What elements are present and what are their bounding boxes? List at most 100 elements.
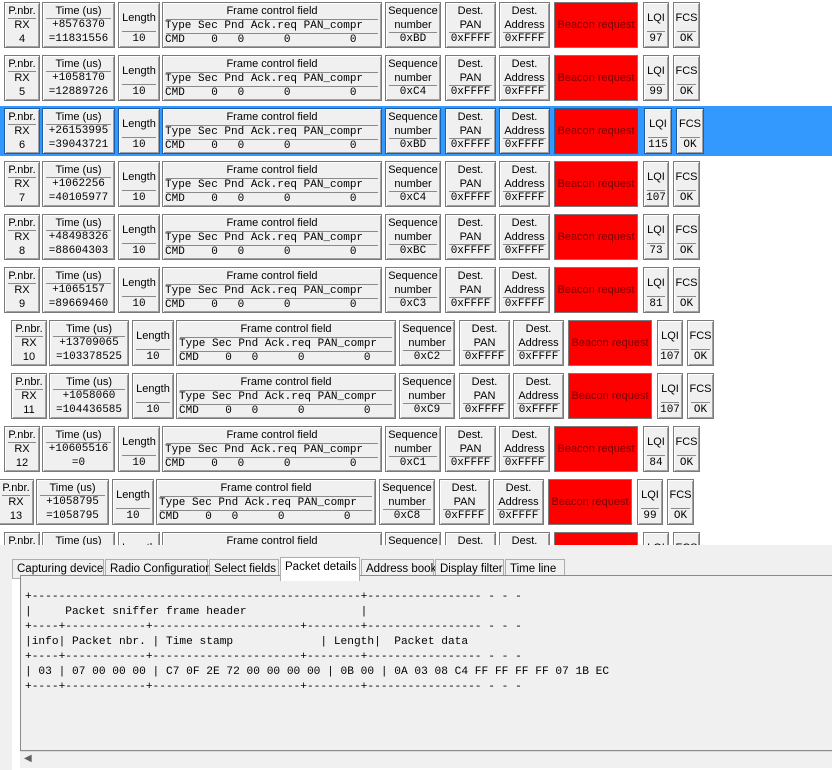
sequence-header-2: number [408,337,446,349]
sequence-value: 0xC3 [399,298,427,310]
time-cell: Time (us) +13709065 =103378525 [49,320,129,366]
cell-divider [647,243,665,244]
time-cell: Time (us) [42,532,115,545]
cell-divider [122,31,156,32]
lqi-header: LQI [647,224,665,236]
frame-control-values: CMD 0 0 0 0 [165,246,357,258]
packet-number-cell: P.nbr. RX 9 [4,267,40,313]
dest-pan-header: Dest. [457,217,484,229]
frame-control-values: CMD 0 0 0 0 [165,193,357,205]
sequence-value: 0xC8 [393,510,421,522]
dest-pan-value: 0xFFFF [450,245,491,257]
horizontal-scrollbar[interactable]: ◀ [20,751,832,768]
length-cell: Length 10 [118,214,160,260]
dest-pan-cell: Dest. PAN 0xFFFF [445,267,496,313]
sequence-header: Sequence [388,270,438,282]
cell-divider [647,190,665,191]
dest-pan-value: 0xFFFF [444,510,485,522]
dest-address-header: Dest. [511,5,538,17]
lqi-header: LQI [647,12,665,24]
cell-divider [136,402,170,403]
packet-number-cell: P.nbr. RX 8 [4,214,40,260]
dest-address-value: 0xFFFF [518,351,559,363]
frame-control-values: CMD 0 0 0 0 [179,405,371,417]
rx-label: RX [8,496,24,508]
packet-row[interactable]: P.nbr. RX 13 Time (us) +1058795 =1058795 Lengt… [0,477,832,527]
sequence-header: Sequence [388,429,438,441]
lqi-cell: LQI 107 [657,320,683,366]
frame-control-columns: Type Sec Pnd Ack.req PAN_compr [165,179,364,191]
dest-address-header: Dest. [511,58,538,70]
dest-address-cell: Dest.Address [499,532,550,545]
length-cell: Length 10 [118,161,160,207]
dest-address-cell: Dest. Address 0xFFFF [499,214,550,260]
dest-address-header-2: Address [504,178,545,190]
pnbr-header: P.nbr. [8,164,36,176]
cell-divider [503,244,546,245]
packet-list[interactable]: P.nbr. RX 4 Time (us) +8576370 =11831556 Lengt… [0,0,832,545]
dest-address-value: 0xFFFF [504,192,545,204]
pnbr-header: P.nbr. [15,376,43,388]
length-cell: Length 10 [112,479,154,525]
cell-divider [46,283,111,284]
time-delta: +1058795 [46,496,99,508]
length-cell: Length 10 [118,108,160,154]
lqi-cell: LQI 97 [643,2,669,48]
packet-row[interactable]: P.nbr. RX 6 Time (us) +26153995 =39043721 Leng… [0,106,832,156]
time-delta: +1058060 [62,390,116,402]
sequence-value: 0xC2 [413,351,441,363]
cell-divider [648,137,668,138]
sequence-header-2: number [394,284,432,296]
frame-control-header: Frame control field [240,376,332,388]
dest-address-header-2: Address [504,72,545,84]
packet-row[interactable]: P.nbr. RX 5 Time (us) +1058170 =12889726 Lengt… [0,53,832,103]
packet-row[interactable]: P.nbr. RX 8 Time (us) +48498326 =88604303 Leng… [0,212,832,262]
fcs-cell: FCS OK [673,55,700,101]
time-cell: Time (us) +1062256 =40105977 [42,161,115,207]
scroll-left-arrow-icon[interactable]: ◀ [24,753,32,764]
sequence-number-cell: Sequence number 0xC3 [385,267,441,313]
tab-packet-details[interactable]: Packet details [280,557,360,581]
packet-details-dump: +---------------------------------------… [25,591,610,693]
frame-control-columns: Type Sec Pnd Ack.req PAN_compr [165,285,364,297]
fcs-value: OK [693,404,708,416]
payload-cell: Beacon request [554,55,638,101]
sequence-value: 0xBD [399,33,427,45]
cell-divider [116,508,150,509]
packet-row[interactable]: P.nbr. RX 4 Time (us) +8576370 =11831556 Lengt… [0,0,832,50]
cell-divider [403,350,451,351]
packet-row[interactable]: P.nbr. RX 11 Time (us) +1058060 =104436585 Len… [0,371,832,421]
cell-divider [443,509,486,510]
rx-label: RX [21,337,37,349]
dest-pan-value: 0xFFFF [450,33,491,45]
packet-row[interactable]: P.nbr. RX 10 Time (us) +13709065 =103378525 Le… [0,318,832,368]
dest-address-header: Dest. [525,323,552,335]
frame-control-values: CMD 0 0 0 0 [179,352,371,364]
packet-row[interactable]: P.nbr. RX 7 Time (us) +1062256 =40105977 Lengt… [0,159,832,209]
sequence-value: 0xBD [399,139,427,151]
packet-row[interactable]: P.nbr. RX 12 Time (us) +10605516 =0 Length 10 Fr… [0,424,832,474]
dest-pan-header-2: PAN [473,390,496,402]
time-header: Time (us) [49,482,96,494]
sequence-value: 0xC9 [413,404,441,416]
cell-divider [449,191,492,192]
rx-label: RX [14,231,30,243]
pnbr-header: P.nbr. [8,111,36,123]
frame-control-cell: Frame control fieldType Sec Pnd Ack.req … [162,161,382,207]
frame-control-cell: Frame control fieldType Sec Pnd Ack.req … [162,532,382,545]
frame-control-header: Frame control field [226,58,318,70]
dest-pan-header: Dest. [457,535,484,545]
lqi-cell: LQI 99 [637,479,663,525]
lqi-header: LQI [647,171,665,183]
packet-details-text[interactable]: +---------------------------------------… [20,575,832,751]
packet-row[interactable]: P.nbr. RX 9 Time (us) +1065157 =89669460 Lengt… [0,265,832,315]
dest-pan-header-2: PAN [459,443,482,455]
sequence-header: Sequence [402,376,452,388]
payload-cell: Beacon request [554,426,638,472]
cell-divider [40,495,105,496]
cell-divider [389,32,437,33]
packet-row[interactable]: P.nbr.RXTime (us)LengthFrame control fie… [0,530,832,545]
cell-divider [8,124,36,125]
sequence-header: Sequence [388,217,438,229]
payload-label: Beacon request [557,72,635,84]
